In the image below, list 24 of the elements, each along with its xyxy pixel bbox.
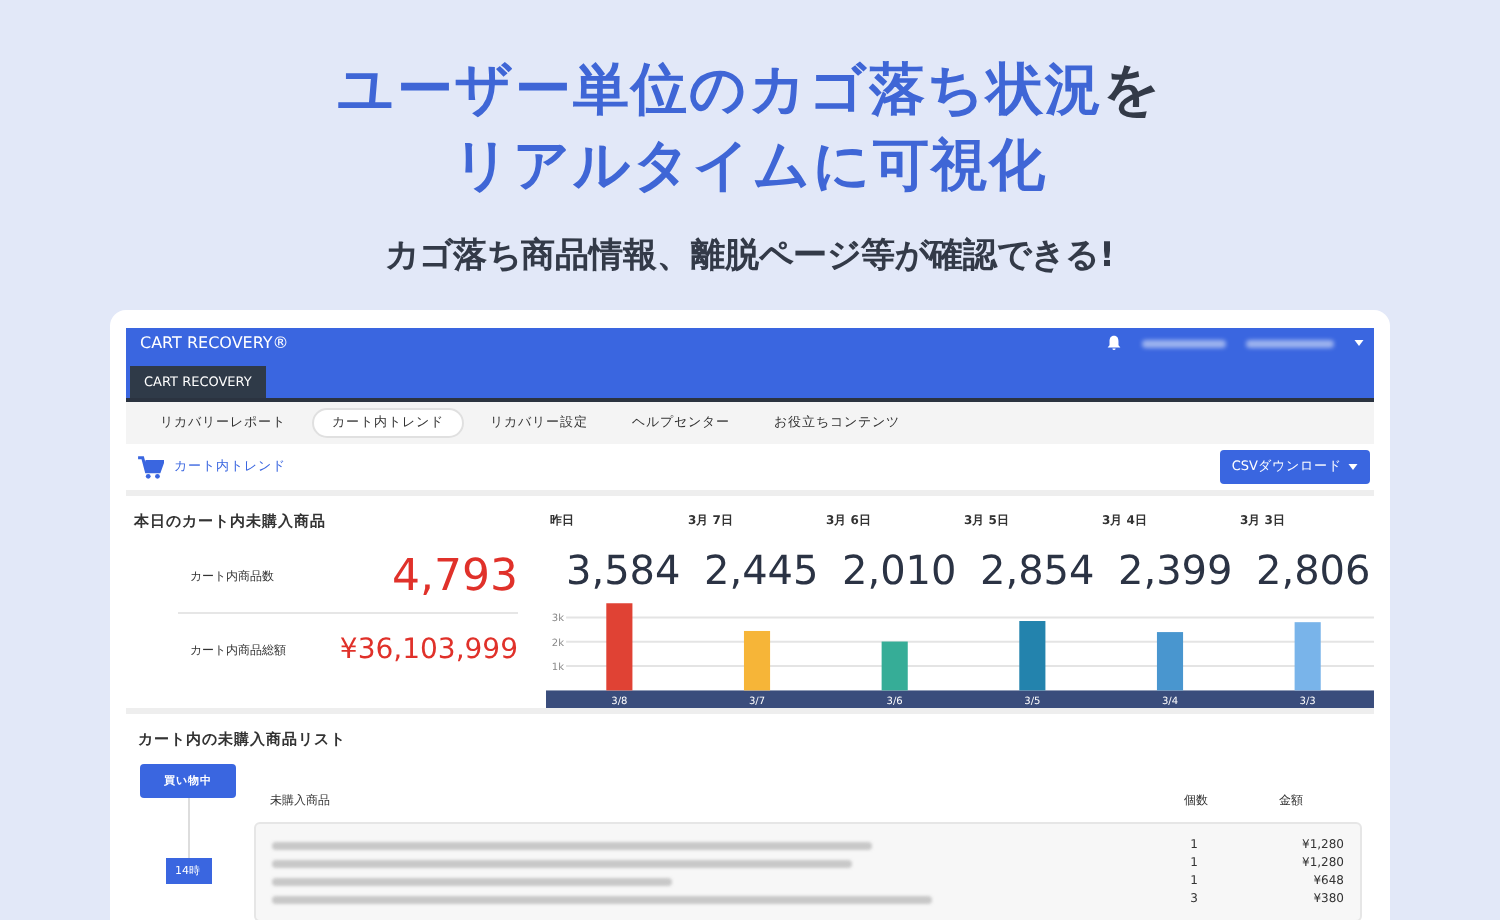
subtitle: カゴ落ち商品情報、離脱ページ等が確認できる! — [385, 234, 1115, 278]
chart-bar — [743, 630, 771, 691]
chart-bar — [1156, 632, 1184, 691]
stat-value: ¥36,103,999 — [339, 634, 518, 666]
caret-icon[interactable] — [1354, 340, 1364, 346]
headline: リアルタイムに可視化 — [453, 130, 1047, 202]
cart-icon — [138, 455, 164, 479]
redacted-text — [1142, 339, 1226, 347]
day-count: 3,584 — [566, 546, 683, 594]
day-count: 2,445 — [704, 546, 821, 594]
day-count: 2,854 — [980, 546, 1097, 594]
headline: ユーザー単位のカゴ落ち状況を — [337, 54, 1163, 126]
app-logo: CART RECOVERY® — [140, 334, 289, 352]
chart-bar — [606, 603, 633, 691]
day-count: 2,399 — [1118, 546, 1235, 594]
redacted-text — [1246, 339, 1334, 347]
chart-bar — [1294, 622, 1321, 691]
bell-icon[interactable] — [1106, 334, 1122, 352]
chart-bar — [881, 641, 908, 691]
chart-bar — [1019, 621, 1046, 691]
day-count: 2,010 — [842, 546, 959, 594]
day-count: 2,806 — [1256, 546, 1373, 594]
stat-value: 4,793 — [392, 551, 518, 601]
caret-icon — [1348, 464, 1358, 470]
